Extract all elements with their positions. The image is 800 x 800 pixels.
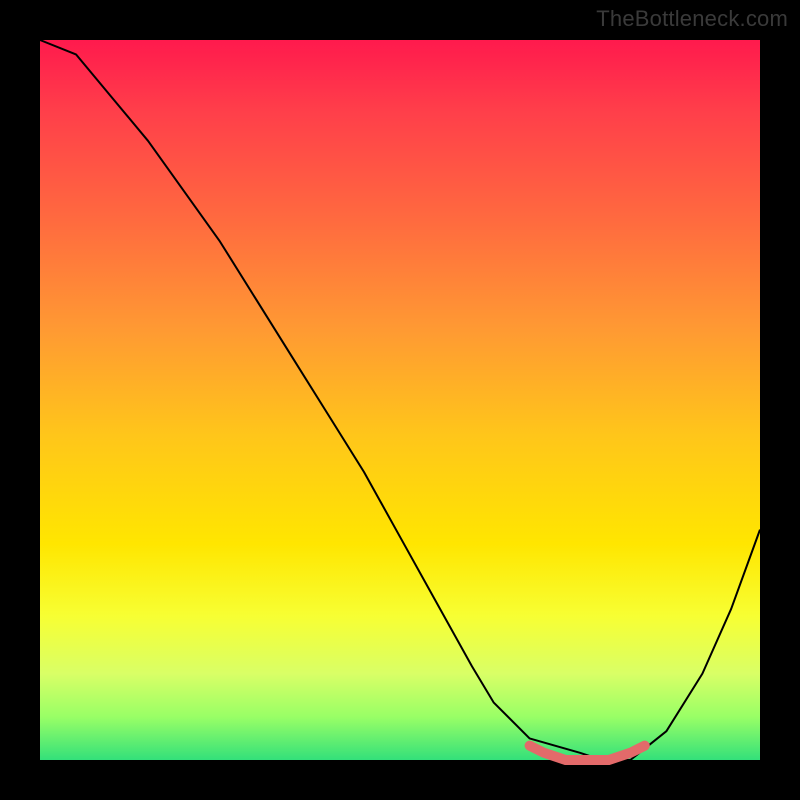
chart-svg [40,40,760,760]
plot-area [40,40,760,760]
chart-frame: TheBottleneck.com [0,0,800,800]
watermark-text: TheBottleneck.com [596,6,788,32]
optimal-band [530,746,645,760]
bottleneck-curve [40,40,760,760]
